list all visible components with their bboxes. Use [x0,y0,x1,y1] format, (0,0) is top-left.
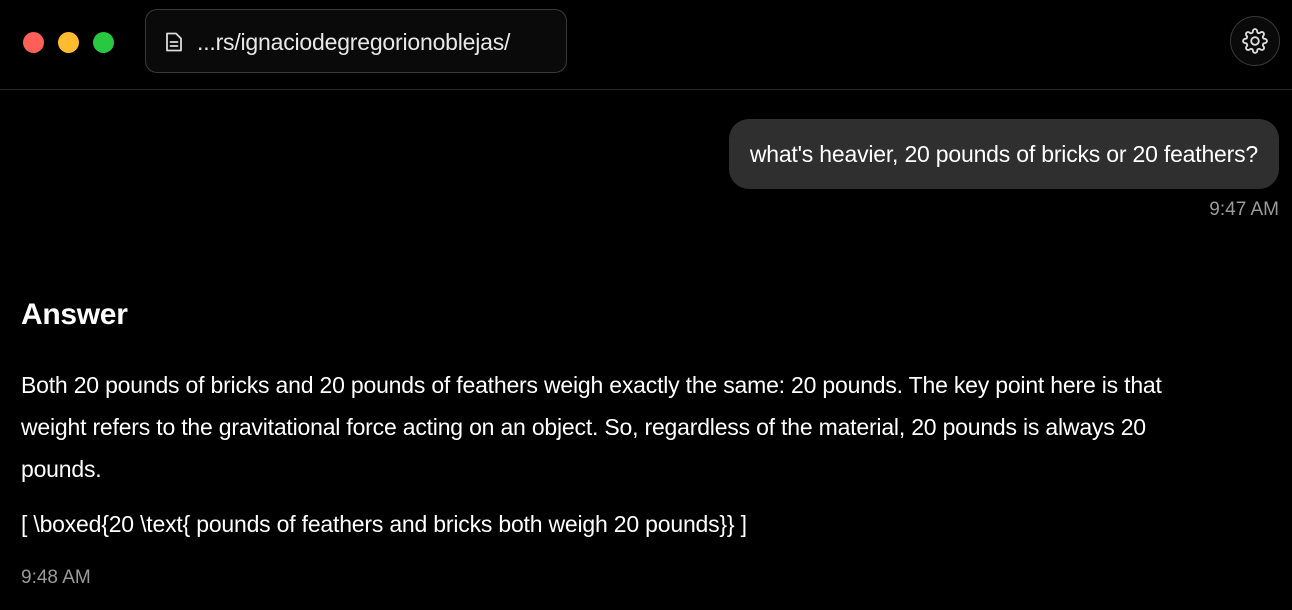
user-message-bubble: what's heavier, 20 pounds of bricks or 2… [728,119,1279,189]
user-message-timestamp: 9:47 AM [1209,199,1279,220]
gear-icon [1242,28,1268,54]
address-bar[interactable]: ...rs/ignaciodegregorionoblejas/ [145,9,567,73]
close-window-button[interactable] [23,32,44,53]
answer-formula: [ \boxed{20 \text{ pounds of feathers an… [21,511,747,537]
settings-button[interactable] [1230,16,1280,66]
answer-heading: Answer [21,298,128,331]
title-bar: ...rs/ignaciodegregorionoblejas/ [0,0,1292,90]
user-message-text: what's heavier, 20 pounds of bricks or 2… [749,140,1258,167]
maximize-window-button[interactable] [93,32,114,53]
answer-timestamp: 9:48 AM [21,567,91,588]
url-text: ...rs/ignaciodegregorionoblejas/ [197,29,511,55]
answer-paragraph: Both 20 pounds of bricks and 20 pounds o… [21,372,1162,482]
document-icon [166,32,182,52]
minimize-window-button[interactable] [58,32,79,53]
